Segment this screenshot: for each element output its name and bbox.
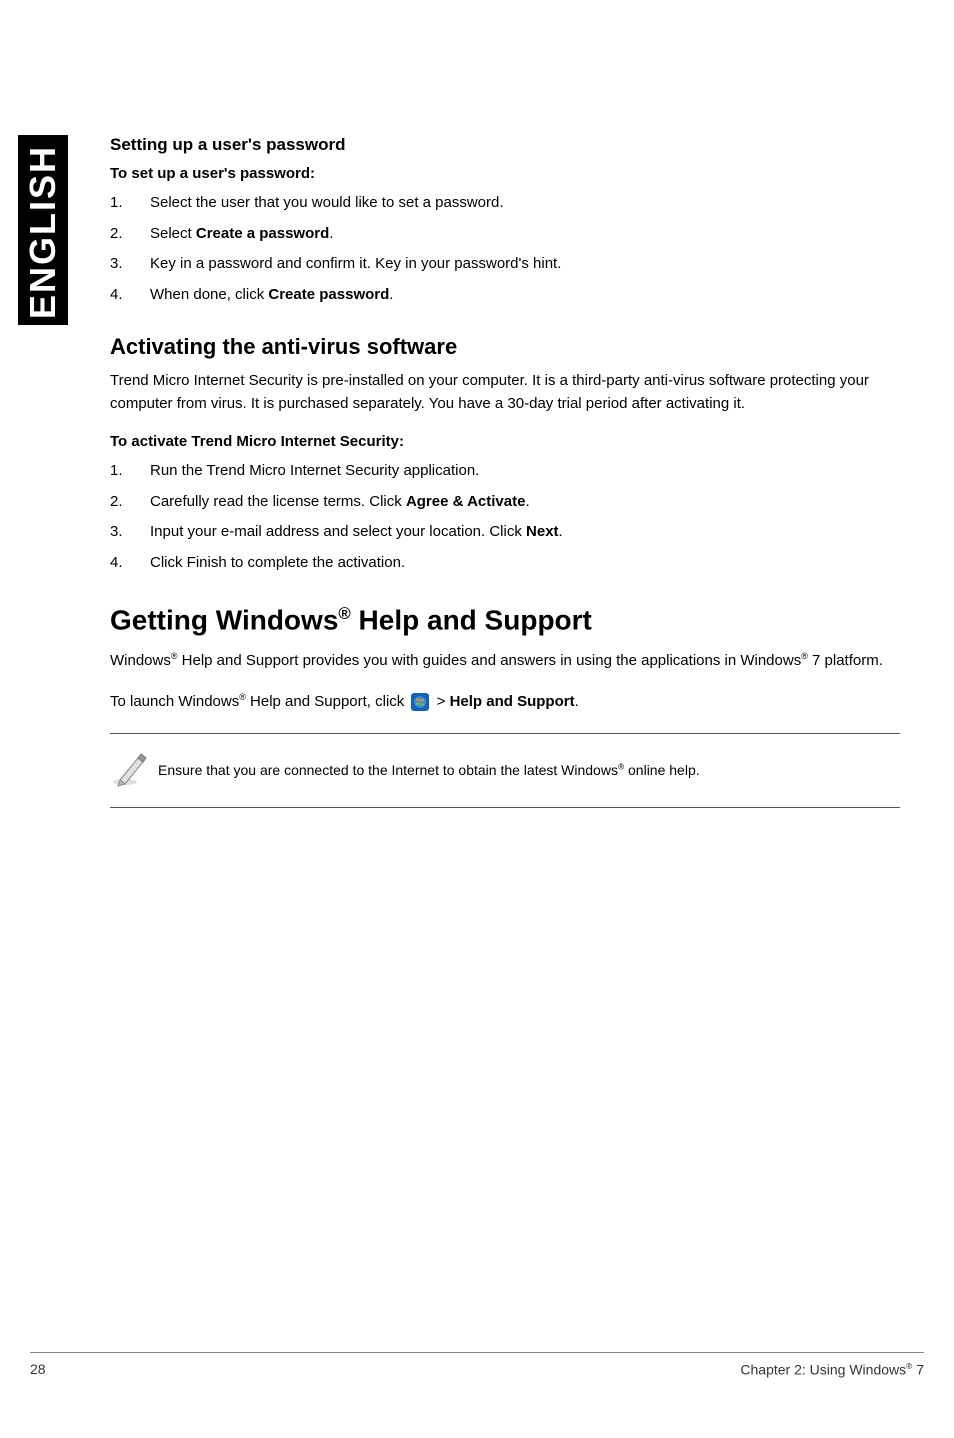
note-text-content: Ensure that you are connected to the Int… [158, 762, 618, 778]
chapter-text: Chapter 2: Using Windows [740, 1362, 906, 1378]
registered-mark: ® [338, 604, 350, 623]
body-text: > Help and Support. [432, 693, 578, 710]
chapter-label: Chapter 2: Using Windows® 7 [740, 1361, 924, 1378]
pencil-note-icon [110, 748, 158, 793]
step-text: Select Create a password. [150, 223, 333, 246]
step-item: 2.Select Create a password. [110, 223, 900, 246]
registered-mark: ® [171, 651, 178, 661]
step-text: Select the user that you would like to s… [150, 192, 504, 215]
step-number: 1. [110, 460, 150, 483]
step-text: Input your e-mail address and select you… [150, 521, 563, 544]
step-item: 1.Select the user that you would like to… [110, 192, 900, 215]
section1-subtitle: To set up a user's password: [110, 165, 900, 182]
chapter-text: 7 [912, 1362, 924, 1378]
step-item: 3.Input your e-mail address and select y… [110, 521, 900, 544]
section2-steps: 1.Run the Trend Micro Internet Security … [110, 460, 900, 574]
section1-steps: 1.Select the user that you would like to… [110, 192, 900, 306]
language-sidebar-label: ENGLISH [18, 135, 68, 325]
body-text: To launch Windows [110, 693, 239, 710]
step-number: 3. [110, 253, 150, 276]
registered-mark: ® [239, 692, 246, 702]
step-item: 4.Click Finish to complete the activatio… [110, 552, 900, 575]
section1-title: Setting up a user's password [110, 135, 900, 155]
step-number: 1. [110, 192, 150, 215]
note-text: Ensure that you are connected to the Int… [158, 761, 700, 781]
step-number: 4. [110, 552, 150, 575]
step-text: Key in a password and confirm it. Key in… [150, 253, 561, 276]
body-text: Help and Support provides you with guide… [178, 652, 802, 669]
step-item: 3.Key in a password and confirm it. Key … [110, 253, 900, 276]
windows-start-icon [411, 693, 429, 711]
page-footer: 28 Chapter 2: Using Windows® 7 [30, 1352, 924, 1378]
section3-para1: Windows® Help and Support provides you w… [110, 650, 900, 673]
body-text: Help and Support, click [246, 693, 409, 710]
section2-subtitle: To activate Trend Micro Internet Securit… [110, 433, 900, 450]
title-text: Getting Windows [110, 604, 338, 635]
step-item: 1.Run the Trend Micro Internet Security … [110, 460, 900, 483]
step-item: 2.Carefully read the license terms. Clic… [110, 491, 900, 514]
step-text: When done, click Create password. [150, 284, 393, 307]
section3-title: Getting Windows® Help and Support [110, 604, 900, 636]
step-text: Run the Trend Micro Internet Security ap… [150, 460, 479, 483]
note-text-content: online help. [624, 762, 700, 778]
step-number: 4. [110, 284, 150, 307]
step-text: Click Finish to complete the activation. [150, 552, 405, 575]
section2-title: Activating the anti-virus software [110, 334, 900, 360]
page-number: 28 [30, 1361, 46, 1378]
body-text: Windows [110, 652, 171, 669]
step-text: Carefully read the license terms. Click … [150, 491, 530, 514]
body-text: 7 platform. [808, 652, 883, 669]
title-text: Help and Support [351, 604, 592, 635]
step-number: 2. [110, 223, 150, 246]
step-number: 2. [110, 491, 150, 514]
note-box: Ensure that you are connected to the Int… [110, 733, 900, 808]
main-content: Setting up a user's password To set up a… [110, 135, 900, 808]
step-item: 4.When done, click Create password. [110, 284, 900, 307]
step-number: 3. [110, 521, 150, 544]
registered-mark: ® [801, 651, 808, 661]
section3-para2: To launch Windows® Help and Support, cli… [110, 691, 900, 714]
section2-intro: Trend Micro Internet Security is pre-ins… [110, 370, 900, 415]
